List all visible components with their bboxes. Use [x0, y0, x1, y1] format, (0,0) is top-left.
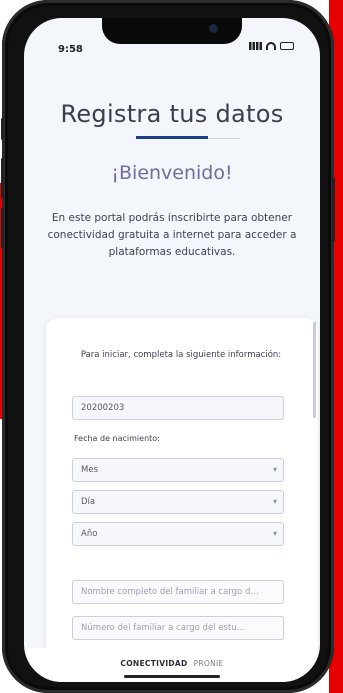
- month-select[interactable]: Mes ▾: [72, 458, 284, 482]
- signal-icon: [249, 42, 262, 50]
- footer-text: CONECTIVIDAD PRONIE: [24, 659, 320, 668]
- month-select-value: Mes: [81, 465, 98, 475]
- battery-icon: [280, 42, 294, 50]
- title-underline: [136, 136, 208, 139]
- chevron-down-icon: ▾: [272, 497, 277, 506]
- phone-frame: 9:58 Registra tus datos ¡Bienvenido! En …: [1, 0, 335, 693]
- id-field[interactable]: 20200203: [72, 396, 284, 420]
- volume-down-button: [1, 208, 4, 248]
- year-select-value: Año: [81, 529, 98, 539]
- home-indicator: [124, 675, 220, 678]
- status-time: 9:58: [58, 44, 83, 55]
- registration-form-card: Para iniciar, completa la siguiente info…: [46, 318, 318, 682]
- page-title: Registra tus datos: [60, 100, 284, 128]
- day-select-value: Día: [81, 497, 96, 507]
- status-icons: [249, 42, 294, 50]
- notch: [102, 18, 242, 44]
- volume-up-button: [1, 158, 4, 198]
- intro-text: En este portal podrás inscribirte para o…: [47, 212, 297, 258]
- wifi-icon: [266, 42, 276, 50]
- welcome-heading: ¡Bienvenido!: [111, 162, 233, 184]
- id-field-value: 20200203: [81, 403, 125, 413]
- form-intro: Para iniciar, completa la siguiente info…: [80, 350, 282, 360]
- year-select[interactable]: Año ▾: [72, 522, 284, 546]
- footer-brand-primary: CONECTIVIDAD: [120, 659, 188, 668]
- guardian-name-placeholder: Nombre completo del familiar a cargo d…: [81, 587, 259, 597]
- camera-icon: [209, 24, 218, 33]
- chevron-down-icon: ▾: [272, 529, 277, 538]
- power-button: [332, 178, 335, 242]
- guardian-number-input[interactable]: Número del familiar a cargo del estu…: [72, 616, 284, 640]
- footer-brand-secondary: PRONIE: [193, 659, 224, 668]
- day-select[interactable]: Día ▾: [72, 490, 284, 514]
- phone-screen: 9:58 Registra tus datos ¡Bienvenido! En …: [24, 18, 320, 682]
- guardian-number-placeholder: Número del familiar a cargo del estu…: [81, 623, 246, 633]
- chevron-down-icon: ▾: [272, 465, 277, 474]
- mute-switch: [1, 118, 4, 140]
- birth-date-label: Fecha de nacimiento:: [74, 434, 160, 443]
- scrollbar[interactable]: [313, 322, 316, 418]
- guardian-name-input[interactable]: Nombre completo del familiar a cargo d…: [72, 580, 284, 604]
